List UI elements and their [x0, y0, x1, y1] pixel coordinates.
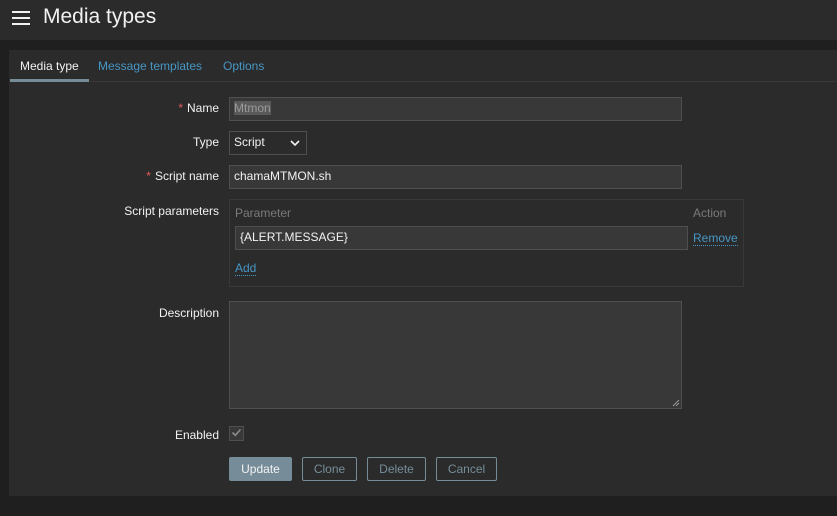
script-name-label: * Script name — [146, 169, 219, 183]
media-type-form-panel: Media type Message templates Options * Na… — [9, 50, 837, 496]
description-label: Description — [158, 306, 219, 320]
tab-message-templates[interactable]: Message templates — [88, 50, 212, 82]
name-field-value: Mtmon — [234, 101, 271, 115]
required-marker: * — [178, 101, 183, 115]
type-select[interactable]: Script — [229, 131, 307, 155]
cancel-button[interactable]: Cancel — [436, 457, 497, 481]
chevron-down-icon — [290, 132, 300, 162]
update-button[interactable]: Update — [229, 457, 292, 481]
enabled-checkbox[interactable] — [229, 426, 244, 441]
required-marker: * — [146, 169, 151, 183]
tab-bar: Media type Message templates Options — [9, 50, 837, 82]
enabled-label: Enabled — [174, 428, 219, 442]
page-header: Media types — [0, 0, 837, 40]
script-parameters-label: Script parameters — [124, 204, 219, 218]
delete-button[interactable]: Delete — [367, 457, 426, 481]
add-parameter-link[interactable]: Add — [235, 261, 257, 276]
script-name-field[interactable]: chamaMTMON.sh — [229, 165, 682, 189]
description-textarea[interactable] — [229, 301, 682, 409]
name-field[interactable]: Mtmon — [229, 97, 682, 121]
checkmark-icon — [231, 428, 242, 437]
parameter-column-header: Parameter — [235, 206, 292, 220]
tab-media-type[interactable]: Media type — [10, 50, 89, 82]
script-parameters-table: Parameter Action {ALERT.MESSAGE} Remove … — [229, 199, 744, 287]
name-label: * Name — [178, 101, 219, 115]
remove-parameter-link[interactable]: Remove — [693, 231, 738, 246]
resize-handle-icon[interactable] — [672, 399, 680, 407]
clone-button[interactable]: Clone — [302, 457, 357, 481]
type-label: Type — [192, 135, 219, 149]
script-parameter-input[interactable]: {ALERT.MESSAGE} — [235, 226, 688, 250]
tab-options[interactable]: Options — [213, 50, 274, 82]
action-column-header: Action — [693, 206, 727, 220]
hamburger-menu-icon[interactable] — [12, 11, 30, 25]
page-title: Media types — [43, 5, 157, 28]
type-select-value: Script — [234, 135, 265, 149]
